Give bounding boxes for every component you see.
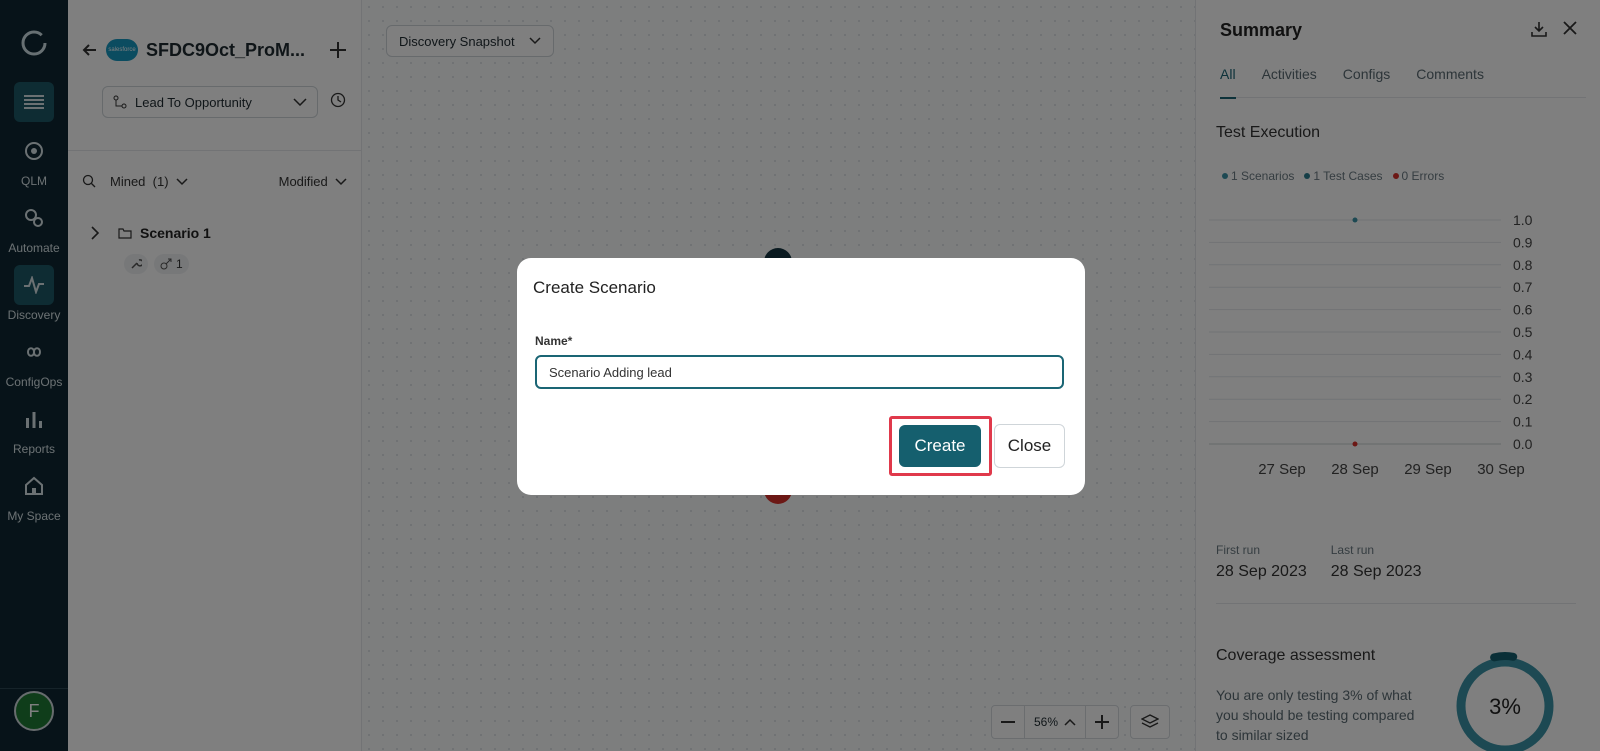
close-button[interactable]: Close (994, 424, 1065, 468)
create-scenario-dialog: Create Scenario Name* Create Close (517, 258, 1085, 495)
scenario-name-input[interactable] (535, 355, 1064, 389)
create-button[interactable]: Create (899, 425, 981, 467)
name-label: Name* (535, 334, 573, 348)
dialog-title: Create Scenario (533, 278, 656, 297)
